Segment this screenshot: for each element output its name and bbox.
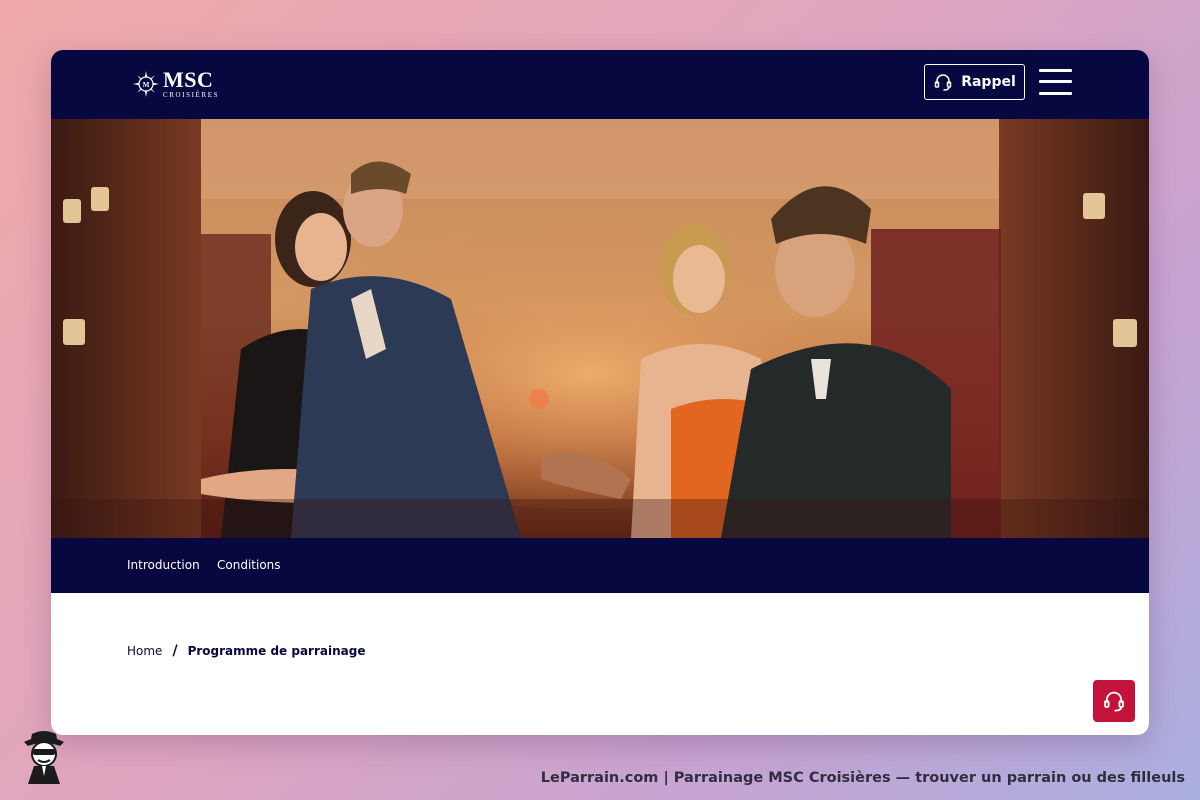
msc-logo[interactable]: M MSC CROISIÈRES xyxy=(133,68,219,100)
hero-image xyxy=(51,119,1149,538)
rappel-label: Rappel xyxy=(961,74,1016,90)
headset-icon xyxy=(1104,691,1124,712)
subnav-bar: Introduction Conditions xyxy=(51,538,1149,593)
support-chat-button[interactable] xyxy=(1093,680,1135,722)
hamburger-menu-icon[interactable] xyxy=(1039,67,1073,97)
breadcrumb-home-link[interactable]: Home xyxy=(127,644,162,658)
logo-text: MSC CROISIÈRES xyxy=(163,69,219,99)
logo-subtitle: CROISIÈRES xyxy=(163,91,220,99)
rappel-button[interactable]: Rappel xyxy=(924,64,1025,100)
browser-window: M MSC CROISIÈRES Rappel Introduction Con… xyxy=(51,50,1149,735)
logo-title: MSC xyxy=(163,67,214,92)
svg-text:M: M xyxy=(143,81,150,89)
breadcrumb-separator: / xyxy=(172,643,178,659)
detective-mascot-icon xyxy=(24,731,64,784)
subnav-item-conditions[interactable]: Conditions xyxy=(217,558,281,572)
msc-compass-logo-icon: M xyxy=(133,71,159,97)
breadcrumb: Home / Programme de parrainage xyxy=(127,643,365,659)
breadcrumb-current: Programme de parrainage xyxy=(187,644,366,658)
subnav-item-introduction[interactable]: Introduction xyxy=(127,558,200,572)
footer-caption: LeParrain.com | Parrainage MSC Croisière… xyxy=(540,770,1185,786)
top-header: M MSC CROISIÈRES Rappel xyxy=(51,50,1149,119)
headset-icon xyxy=(934,74,952,91)
